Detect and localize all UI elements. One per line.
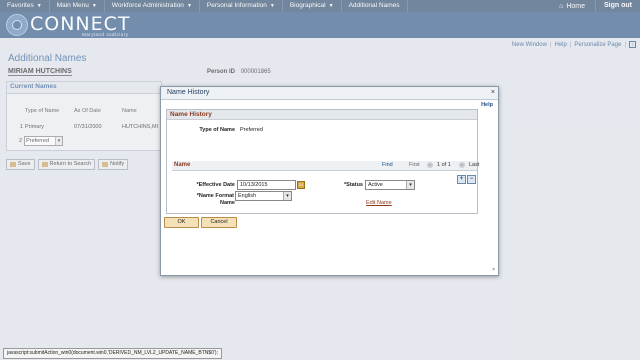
modal-title: Name History xyxy=(167,89,210,96)
cancel-button[interactable]: Cancel xyxy=(201,217,237,228)
first-link[interactable]: First xyxy=(409,161,420,170)
calendar-icon[interactable]: 31 xyxy=(297,181,305,189)
ok-button[interactable]: OK xyxy=(164,217,199,228)
next-icon[interactable]: › xyxy=(459,162,465,168)
add-row-icon[interactable]: + xyxy=(457,175,466,184)
modal-titlebar: Name History × xyxy=(161,87,498,100)
name-format-select[interactable]: English xyxy=(235,191,292,201)
type-of-name-label: Type of Name xyxy=(199,127,235,133)
find-link[interactable]: Find xyxy=(382,161,393,170)
close-icon[interactable]: × xyxy=(491,87,495,99)
row-count: 1 of 1 xyxy=(437,162,451,168)
effective-date-input[interactable]: 10/13/2015 xyxy=(237,180,296,190)
previous-icon[interactable]: ‹ xyxy=(427,162,433,168)
browser-status-bar: javascript:submitAction_win0(document.wi… xyxy=(3,348,222,359)
name-label: Name xyxy=(220,200,235,206)
modal-help-link[interactable]: Help xyxy=(481,102,493,108)
last-link[interactable]: Last xyxy=(469,161,479,170)
type-of-name-value: Preferred xyxy=(240,127,263,133)
effective-date-label: *Effective Date xyxy=(196,182,235,188)
remove-row-icon[interactable]: − xyxy=(467,175,476,184)
name-scroll-header: Name Find First ‹ 1 of 1 › Last xyxy=(172,161,479,171)
name-history-modal: Name History × Help Name History Type of… xyxy=(160,86,499,276)
status-label: *Status xyxy=(344,182,363,188)
section-title: Name History xyxy=(167,110,477,120)
edit-name-link[interactable]: Edit Name xyxy=(366,200,392,206)
status-select[interactable]: Active xyxy=(365,180,415,190)
name-section-title: Name xyxy=(174,162,191,168)
resize-handle-icon[interactable]: × xyxy=(492,267,495,273)
name-format-label: *Name Format xyxy=(196,193,234,199)
